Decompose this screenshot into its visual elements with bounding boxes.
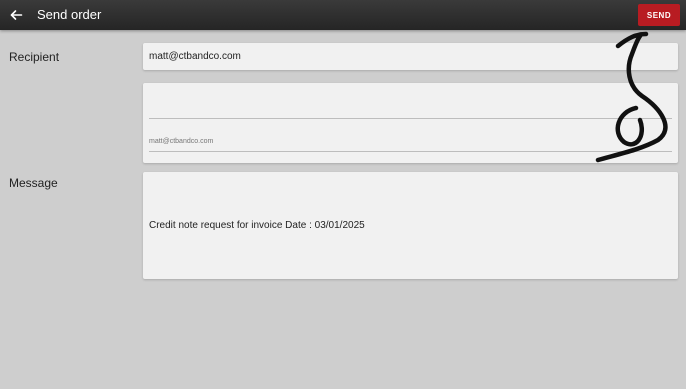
back-button[interactable] <box>8 6 26 24</box>
arrow-left-icon <box>10 10 23 20</box>
extra-recipients-card: matt@ctbandco.com <box>143 83 678 163</box>
recipient-field[interactable]: matt@ctbandco.com <box>143 43 678 70</box>
recipient-email-value: matt@ctbandco.com <box>149 51 241 62</box>
recipient-label: Recipient <box>9 50 60 64</box>
app-bar: Send order SEND <box>0 0 686 30</box>
message-field[interactable]: Credit note request for invoice Date : 0… <box>143 172 678 279</box>
message-body: Credit note request for invoice Date : 0… <box>149 220 365 231</box>
page-title: Send order <box>37 7 102 22</box>
send-button[interactable]: SEND <box>638 4 680 26</box>
bcc-field-value[interactable]: matt@ctbandco.com <box>149 138 213 145</box>
bcc-field-underline <box>149 151 672 152</box>
message-label: Message <box>9 176 58 190</box>
cc-field-underline <box>149 118 672 119</box>
